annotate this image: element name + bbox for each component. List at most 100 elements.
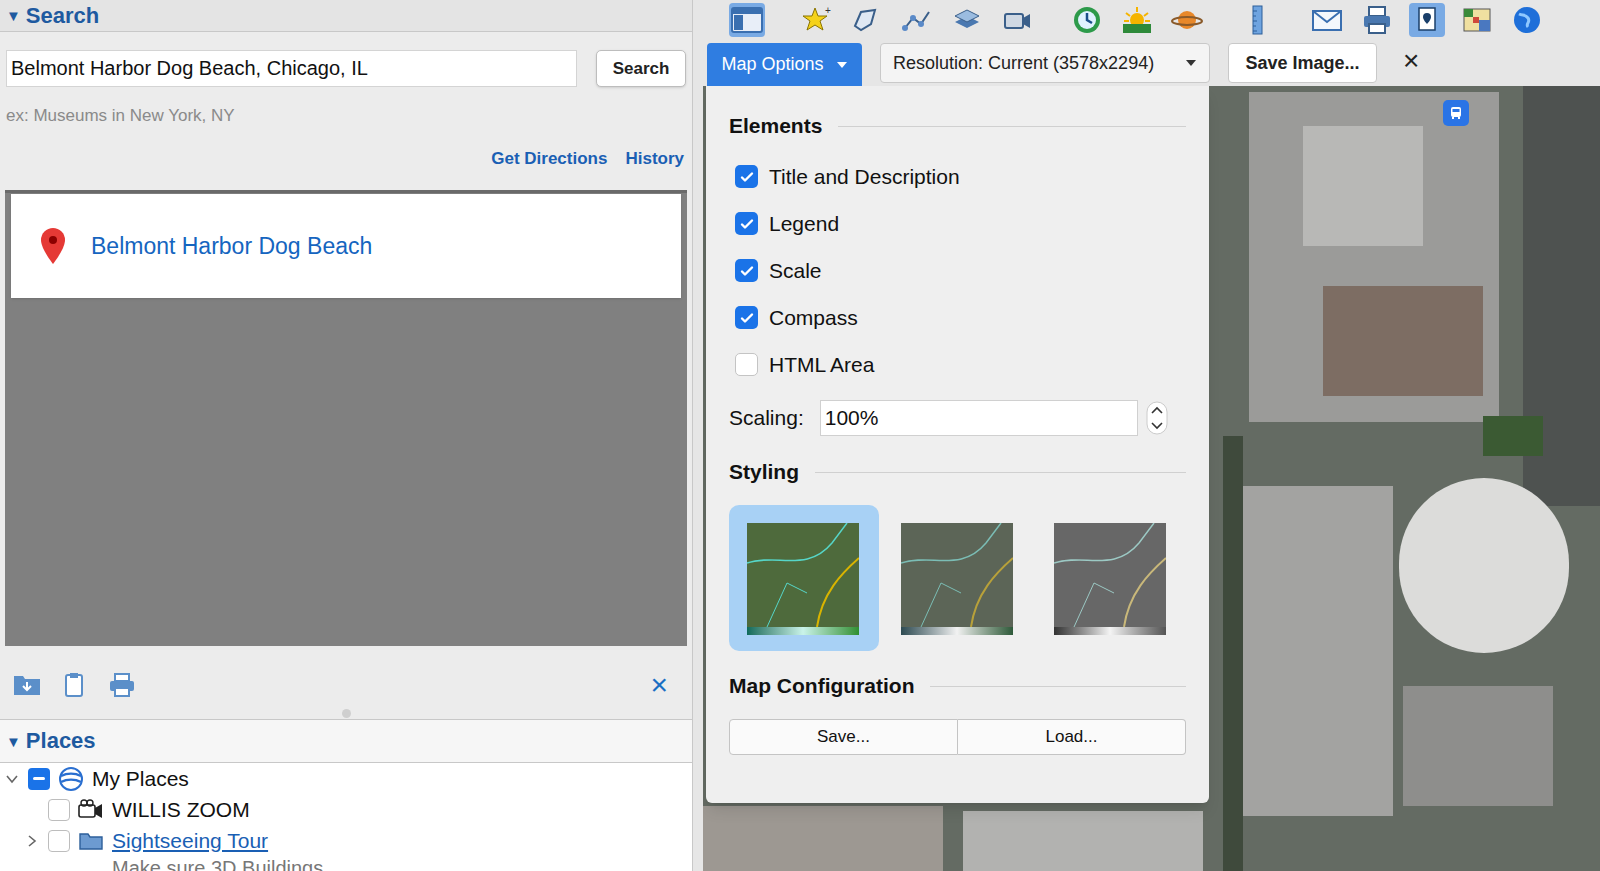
dropdown-caret-icon[interactable] bbox=[1185, 59, 1197, 67]
element-checkbox[interactable] bbox=[735, 165, 758, 188]
close-button[interactable]: × bbox=[1403, 43, 1419, 79]
item-label-wrap[interactable]: Sightseeing Tour bbox=[112, 828, 268, 854]
element-checkbox[interactable] bbox=[735, 259, 758, 282]
style-option[interactable] bbox=[729, 505, 879, 651]
bus-stop-icon[interactable] bbox=[1443, 100, 1469, 126]
ruler-icon[interactable] bbox=[1241, 4, 1273, 36]
result-link[interactable]: Belmont Harbor Dog Beach bbox=[91, 229, 372, 264]
element-label[interactable]: HTML Area bbox=[769, 349, 874, 381]
satellite-map[interactable]: ElementsTitle and DescriptionLegendScale… bbox=[703, 86, 1600, 871]
print-icon[interactable] bbox=[108, 672, 136, 698]
tree-item[interactable]: My Places bbox=[0, 763, 692, 794]
item-checkbox[interactable] bbox=[48, 799, 70, 821]
close-button[interactable]: × bbox=[650, 670, 668, 700]
splitter[interactable] bbox=[0, 708, 692, 720]
search-link[interactable]: History bbox=[625, 148, 684, 170]
email-button[interactable] bbox=[1309, 3, 1345, 37]
map-icon[interactable] bbox=[1461, 4, 1493, 36]
expand-arrow[interactable] bbox=[22, 831, 42, 851]
style-option[interactable] bbox=[883, 505, 1033, 651]
style-thumbnail[interactable] bbox=[901, 523, 1013, 635]
tree-item[interactable]: WILLIS ZOOM bbox=[0, 794, 692, 825]
sidebar-button[interactable] bbox=[729, 3, 765, 37]
item-label-wrap[interactable]: My Places bbox=[92, 766, 189, 792]
save-to-places-icon[interactable] bbox=[12, 672, 42, 698]
earth-icon[interactable] bbox=[1511, 4, 1543, 36]
chevron-icon[interactable] bbox=[25, 834, 39, 848]
splitter-handle[interactable] bbox=[342, 709, 351, 718]
style-thumbnail[interactable] bbox=[1054, 523, 1166, 635]
search-result[interactable]: Belmont Harbor Dog Beach bbox=[11, 194, 681, 298]
polygon-icon[interactable] bbox=[851, 4, 883, 36]
sidebar-icon[interactable] bbox=[729, 4, 765, 36]
search-input[interactable] bbox=[6, 50, 577, 87]
element-label[interactable]: Legend bbox=[769, 208, 839, 240]
expand-arrow[interactable] bbox=[2, 769, 22, 789]
resolution-dropdown[interactable]: Resolution: Current (3578x2294) bbox=[880, 43, 1210, 83]
collapse-toggle[interactable]: ▼ bbox=[6, 8, 21, 23]
placemark-icon[interactable]: + bbox=[801, 4, 833, 36]
overlay-icon[interactable] bbox=[951, 4, 983, 36]
earth-button[interactable] bbox=[1509, 3, 1545, 37]
tour-icon[interactable] bbox=[1001, 4, 1033, 36]
tree-item[interactable]: Sightseeing Tour bbox=[0, 825, 692, 856]
path-button[interactable] bbox=[899, 3, 935, 37]
element-checkbox[interactable] bbox=[735, 212, 758, 235]
scaling-value[interactable]: 100% bbox=[825, 402, 879, 434]
map-button[interactable] bbox=[1459, 3, 1495, 37]
element-checkbox[interactable] bbox=[735, 306, 758, 329]
sun-icon[interactable] bbox=[1121, 4, 1153, 36]
email-icon[interactable] bbox=[1310, 4, 1344, 36]
item-label[interactable]: WILLIS ZOOM bbox=[112, 797, 250, 823]
search-header[interactable]: ▼Search bbox=[0, 0, 692, 32]
polygon-button[interactable] bbox=[849, 3, 885, 37]
save-image-icon[interactable] bbox=[1411, 4, 1443, 36]
history-icon[interactable] bbox=[1071, 4, 1103, 36]
print-icon[interactable] bbox=[1361, 4, 1393, 36]
configuration-button[interactable]: Save... bbox=[729, 719, 958, 755]
planet-button[interactable] bbox=[1169, 3, 1205, 37]
ruler-button[interactable] bbox=[1239, 3, 1275, 37]
style-option[interactable] bbox=[1036, 505, 1186, 651]
resolution-label[interactable]: Resolution: Current (3578x2294) bbox=[893, 50, 1154, 77]
tour-button[interactable] bbox=[999, 3, 1035, 37]
element-label[interactable]: Title and Description bbox=[769, 161, 960, 193]
print-button[interactable] bbox=[1359, 3, 1395, 37]
chevron-icon[interactable] bbox=[5, 772, 19, 786]
item-label[interactable]: Sightseeing Tour bbox=[112, 828, 268, 854]
element-checkbox[interactable] bbox=[735, 353, 758, 376]
item-checkbox[interactable] bbox=[48, 830, 70, 852]
path-icon[interactable] bbox=[901, 4, 933, 36]
scaling-field[interactable]: 100% bbox=[820, 400, 1138, 436]
copy-icon[interactable] bbox=[62, 671, 88, 699]
planet-icon[interactable] bbox=[1171, 4, 1203, 36]
overlay-button[interactable] bbox=[949, 3, 985, 37]
element-label[interactable]: Compass bbox=[769, 302, 858, 334]
configuration-button[interactable]: Load... bbox=[958, 719, 1186, 755]
element-option[interactable]: Compass bbox=[729, 294, 1186, 341]
element-option[interactable]: HTML Area bbox=[729, 341, 1186, 388]
map-options-button[interactable]: Map Options bbox=[707, 43, 862, 86]
search-button[interactable]: Search bbox=[596, 50, 686, 87]
stepper-icon[interactable] bbox=[1146, 401, 1168, 435]
save-image-button[interactable]: Save Image... bbox=[1228, 43, 1377, 83]
dropdown-caret-icon[interactable] bbox=[836, 61, 848, 69]
places-header[interactable]: ▼Places bbox=[0, 720, 692, 763]
style-thumbnail[interactable] bbox=[747, 523, 859, 635]
search-link[interactable]: Get Directions bbox=[491, 148, 607, 170]
map-options-label[interactable]: Map Options bbox=[721, 51, 823, 78]
item-checkbox[interactable] bbox=[28, 768, 50, 790]
element-option[interactable]: Legend bbox=[729, 200, 1186, 247]
item-label-wrap[interactable]: WILLIS ZOOM bbox=[112, 797, 250, 823]
sun-button[interactable] bbox=[1119, 3, 1155, 37]
save-image-button[interactable] bbox=[1409, 3, 1445, 37]
placemark-button[interactable]: + bbox=[799, 3, 835, 37]
places-tree: My PlacesWILLIS ZOOMSightseeing TourMake… bbox=[0, 763, 692, 871]
collapse-toggle[interactable]: ▼ bbox=[6, 734, 21, 749]
element-label[interactable]: Scale bbox=[769, 255, 822, 287]
element-option[interactable]: Title and Description bbox=[729, 153, 1186, 200]
element-option[interactable]: Scale bbox=[729, 247, 1186, 294]
item-label[interactable]: My Places bbox=[92, 766, 189, 792]
history-button[interactable] bbox=[1069, 3, 1105, 37]
expand-arrow[interactable] bbox=[22, 800, 42, 820]
